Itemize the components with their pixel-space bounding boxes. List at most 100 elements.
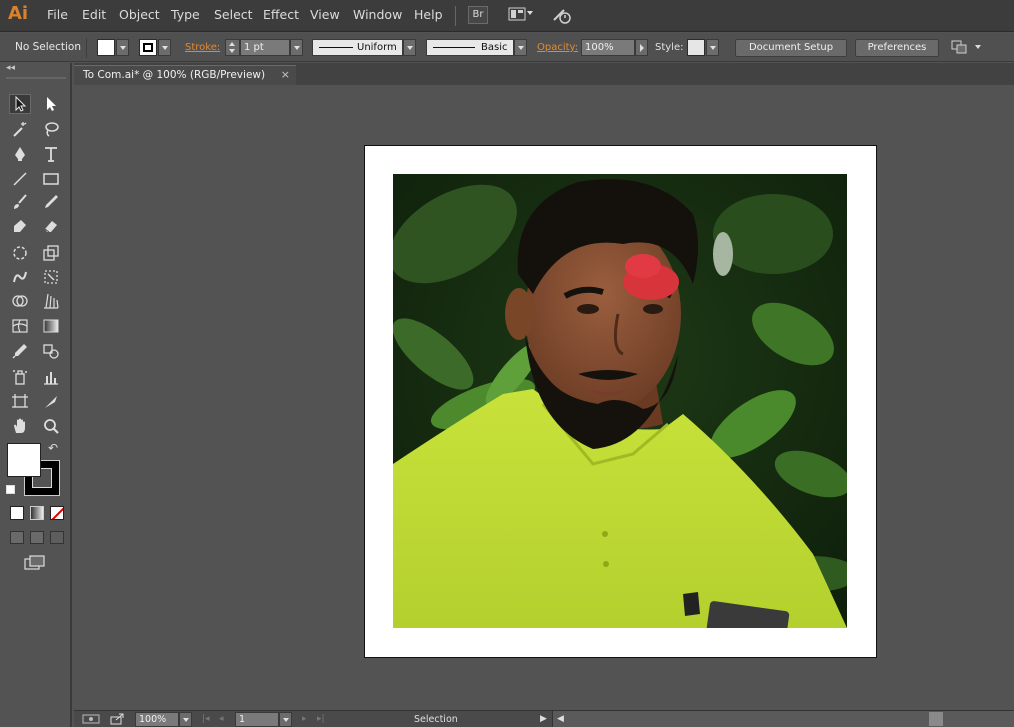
color-mode-icon[interactable] <box>10 506 24 520</box>
fill-color-front[interactable] <box>7 443 41 477</box>
stroke-weight-dropdown[interactable] <box>290 39 303 56</box>
symbol-sprayer-icon[interactable] <box>9 367 31 387</box>
hand-icon[interactable] <box>9 416 31 436</box>
blob-brush-icon[interactable] <box>9 216 31 236</box>
artboard-icon[interactable] <box>9 392 31 412</box>
close-tab-icon[interactable]: × <box>281 66 290 84</box>
artboard[interactable] <box>364 145 877 658</box>
fill-dropdown[interactable] <box>116 39 129 56</box>
document-setup-button[interactable]: Document Setup <box>735 39 847 57</box>
arrange-documents-icon[interactable] <box>508 6 526 24</box>
profile-dropdown[interactable] <box>403 39 416 56</box>
opacity-field[interactable]: 100% <box>581 39 635 56</box>
column-graph-icon[interactable] <box>40 367 62 387</box>
draw-behind-icon[interactable] <box>30 531 44 544</box>
eyedropper-icon[interactable] <box>9 341 31 361</box>
type-icon[interactable] <box>40 144 62 164</box>
pencil-icon[interactable] <box>40 192 62 212</box>
menu-effect[interactable]: Effect <box>263 7 299 22</box>
paintbrush-icon[interactable] <box>9 192 31 212</box>
line-segment-icon[interactable] <box>9 169 31 189</box>
pen-icon[interactable] <box>9 144 31 164</box>
placed-photo[interactable] <box>393 174 847 628</box>
direct-selection-icon[interactable] <box>40 94 62 114</box>
menu-help[interactable]: Help <box>414 7 443 22</box>
none-mode-icon[interactable] <box>50 506 64 520</box>
gradient-icon[interactable] <box>40 316 62 336</box>
perspective-grid-icon[interactable] <box>40 291 62 311</box>
horizontal-scrollbar[interactable]: ◀ <box>552 711 1014 727</box>
brush-definition[interactable]: Basic <box>426 39 514 56</box>
menu-file[interactable]: File <box>47 7 68 22</box>
warp-icon[interactable] <box>9 267 31 287</box>
draw-normal-icon[interactable] <box>10 531 24 544</box>
stroke-label[interactable]: Stroke: <box>185 42 220 53</box>
next-artboard-icon[interactable]: ▸ <box>302 714 307 724</box>
default-colors-icon[interactable] <box>6 485 15 494</box>
menu-divider <box>455 6 456 26</box>
fill-swatch[interactable] <box>97 39 115 56</box>
blend-icon[interactable] <box>40 341 62 361</box>
zoom-icon[interactable] <box>40 416 62 436</box>
scroll-thumb[interactable] <box>929 712 943 726</box>
zoom-dropdown[interactable] <box>179 712 192 727</box>
panel-menu-icon[interactable] <box>975 45 981 49</box>
status-menu-icon[interactable]: ▶ <box>540 714 547 724</box>
collapse-panel-icon[interactable]: ◂◂ <box>6 63 15 73</box>
zoom-field[interactable]: 100% <box>135 712 179 727</box>
status-bar: 100% |◂ ◂ 1 ▸ ▸| Selection ▶ ◀ <box>74 710 1014 727</box>
opacity-label[interactable]: Opacity: <box>537 42 578 53</box>
draw-inside-icon[interactable] <box>50 531 64 544</box>
magic-wand-icon[interactable] <box>9 119 31 139</box>
mesh-icon[interactable] <box>9 316 31 336</box>
variable-width-profile[interactable]: Uniform <box>312 39 403 56</box>
eraser-icon[interactable] <box>40 216 62 236</box>
shape-builder-icon[interactable] <box>9 291 31 311</box>
arrange-panel-icon[interactable] <box>951 40 967 57</box>
free-transform-icon[interactable] <box>40 267 62 287</box>
menu-type[interactable]: Type <box>171 7 200 22</box>
brush-dropdown[interactable] <box>514 39 527 56</box>
share-icon[interactable] <box>110 713 126 727</box>
menu-select[interactable]: Select <box>214 7 253 22</box>
gpu-performance-icon[interactable] <box>552 6 572 27</box>
menu-window[interactable]: Window <box>353 7 402 22</box>
previous-artboard-icon[interactable]: ◂ <box>219 714 224 724</box>
stroke-swatch[interactable] <box>139 39 157 56</box>
artboard-dropdown[interactable] <box>279 712 292 727</box>
panel-grip[interactable] <box>6 77 66 79</box>
scroll-left-icon: ◀ <box>557 714 564 724</box>
graphic-style-swatch[interactable] <box>687 39 705 56</box>
stroke-stepper[interactable] <box>225 39 240 56</box>
last-artboard-icon[interactable]: ▸| <box>317 714 325 724</box>
swap-fill-stroke-icon[interactable]: ↶ <box>48 441 58 455</box>
scale-icon[interactable] <box>40 243 62 263</box>
canvas-area[interactable] <box>74 85 1014 708</box>
rotate-icon[interactable] <box>9 243 31 263</box>
menu-bar: Ai File Edit Object Type Select Effect V… <box>0 0 1014 32</box>
artboard-number-field[interactable]: 1 <box>235 712 279 727</box>
slice-icon[interactable] <box>40 392 62 412</box>
style-dropdown[interactable] <box>706 39 719 56</box>
stroke-dropdown[interactable] <box>158 39 171 56</box>
document-tab-bar: To Com.ai* @ 100% (RGB/Preview) × <box>74 63 1014 85</box>
document-tab-title: To Com.ai* @ 100% (RGB/Preview) <box>83 69 266 81</box>
lasso-icon[interactable] <box>40 119 62 139</box>
preferences-button[interactable]: Preferences <box>855 39 939 57</box>
first-artboard-icon[interactable]: |◂ <box>202 714 210 724</box>
screen-mode-icon[interactable] <box>24 555 46 574</box>
gpu-icon[interactable] <box>82 713 100 727</box>
menu-edit[interactable]: Edit <box>82 7 106 22</box>
opacity-slider-toggle[interactable] <box>635 39 648 56</box>
rectangle-icon[interactable] <box>40 169 62 189</box>
selection-icon[interactable] <box>9 94 31 114</box>
document-tab[interactable]: To Com.ai* @ 100% (RGB/Preview) × <box>74 65 296 85</box>
stroke-weight-field[interactable]: 1 pt <box>240 39 290 56</box>
chevron-down-icon[interactable] <box>527 11 533 15</box>
gradient-mode-icon[interactable] <box>30 506 44 520</box>
menu-view[interactable]: View <box>310 7 340 22</box>
menu-object[interactable]: Object <box>119 7 160 22</box>
bridge-button[interactable]: Br <box>468 6 488 24</box>
tools-panel: ◂◂ ↶ <box>0 63 72 727</box>
status-mode: Selection <box>414 714 458 725</box>
